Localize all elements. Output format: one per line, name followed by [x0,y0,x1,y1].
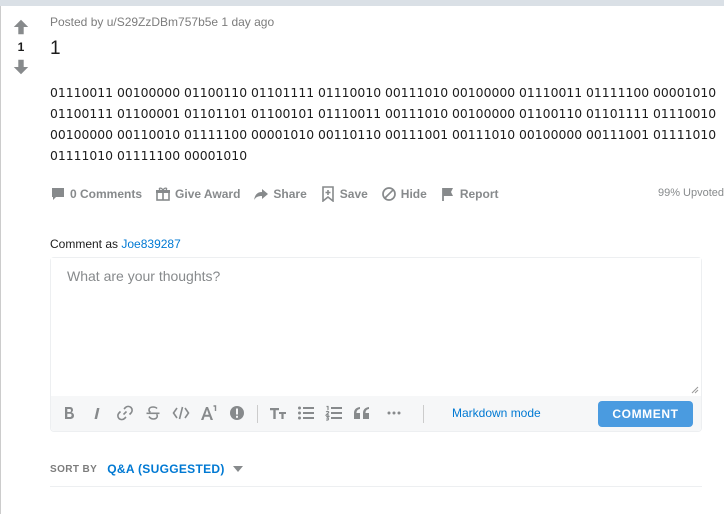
save-label: Save [339,187,368,201]
share-button[interactable]: Share [253,186,307,202]
exclamation-circle-icon [230,406,244,420]
link-icon [117,405,133,421]
comment-as-prefix: Comment as [50,237,119,251]
comment-editor: Markdown mode COMMENT [50,257,702,432]
text-size-icon [270,408,286,419]
bold-button[interactable] [59,403,79,423]
give-award-label: Give Award [175,187,241,201]
circle-slash-icon [381,187,396,201]
strikethrough-button[interactable] [143,403,163,423]
downvote-arrow-icon[interactable] [9,58,33,76]
superscript-icon [201,405,217,420]
editor-toolbar: Markdown mode COMMENT [51,396,701,431]
comment-as-line: Comment as Joe839287 [50,237,181,251]
link-button[interactable] [115,403,135,423]
gift-icon [156,187,171,201]
comment-as-username-link[interactable]: Joe839287 [121,237,180,251]
comments-button[interactable]: 0 Comments [50,186,142,202]
hide-label: Hide [400,187,427,201]
toolbar-divider [423,405,424,423]
sort-dropdown[interactable]: Q&A (SUGGESTED) [107,462,243,476]
post-actions: 0 Comments Give Award Share Save Hide Re… [50,178,511,210]
share-arrow-icon [254,189,269,200]
upvote-ratio: 99% Upvoted [657,187,724,199]
comment-textarea[interactable] [51,258,701,396]
sort-dropdown-value: Q&A (SUGGESTED) [107,462,225,476]
quote-icon [354,407,369,419]
heading-button[interactable] [268,403,288,423]
report-button[interactable]: Report [440,186,499,202]
vote-column: 1 [9,18,33,76]
italic-icon [94,406,100,419]
flag-icon [441,188,453,201]
quote-block-button[interactable] [352,403,372,423]
comment-submit-button[interactable]: COMMENT [598,401,693,427]
spoiler-button[interactable] [227,403,247,423]
sort-control: SORT BY Q&A (SUGGESTED) [50,462,243,476]
comments-label: 0 Comments [70,187,143,201]
bold-icon [65,407,74,419]
share-label: Share [273,187,307,201]
resize-grip-icon[interactable] [691,386,699,394]
code-icon [172,406,190,420]
inline-code-button[interactable] [171,403,191,423]
give-award-button[interactable]: Give Award [155,186,240,202]
vote-count: 1 [17,40,25,54]
bulleted-list-icon [298,406,314,420]
bookmark-plus-icon [321,186,334,202]
upvote-arrow-icon[interactable] [9,18,33,36]
superscript-button[interactable] [199,403,219,423]
numbered-list-button[interactable] [324,403,344,423]
save-button[interactable]: Save [320,186,368,202]
comment-bubble-icon [52,188,64,200]
toolbar-divider [257,405,258,423]
bulleted-list-button[interactable] [296,403,316,423]
post-card: 1 Posted by u/S29ZzDBm757b5e 1 day ago 1… [0,6,724,514]
sort-label: SORT BY [50,463,98,475]
markdown-mode-link[interactable]: Markdown mode [452,406,541,420]
strikethrough-icon [146,406,160,420]
post-body: 01110011 00100000 01100110 01101111 0111… [50,85,717,163]
hide-button[interactable]: Hide [381,186,427,202]
post-title[interactable]: 1 [50,38,61,60]
caret-down-icon [232,466,243,472]
post-meta: Posted by u/S29ZzDBm757b5e 1 day ago [50,15,275,29]
more-options-button[interactable] [384,403,404,423]
section-divider [50,486,702,487]
ellipsis-icon [387,411,401,415]
numbered-list-icon [325,405,342,421]
report-label: Report [459,187,499,201]
italic-button[interactable] [87,403,107,423]
